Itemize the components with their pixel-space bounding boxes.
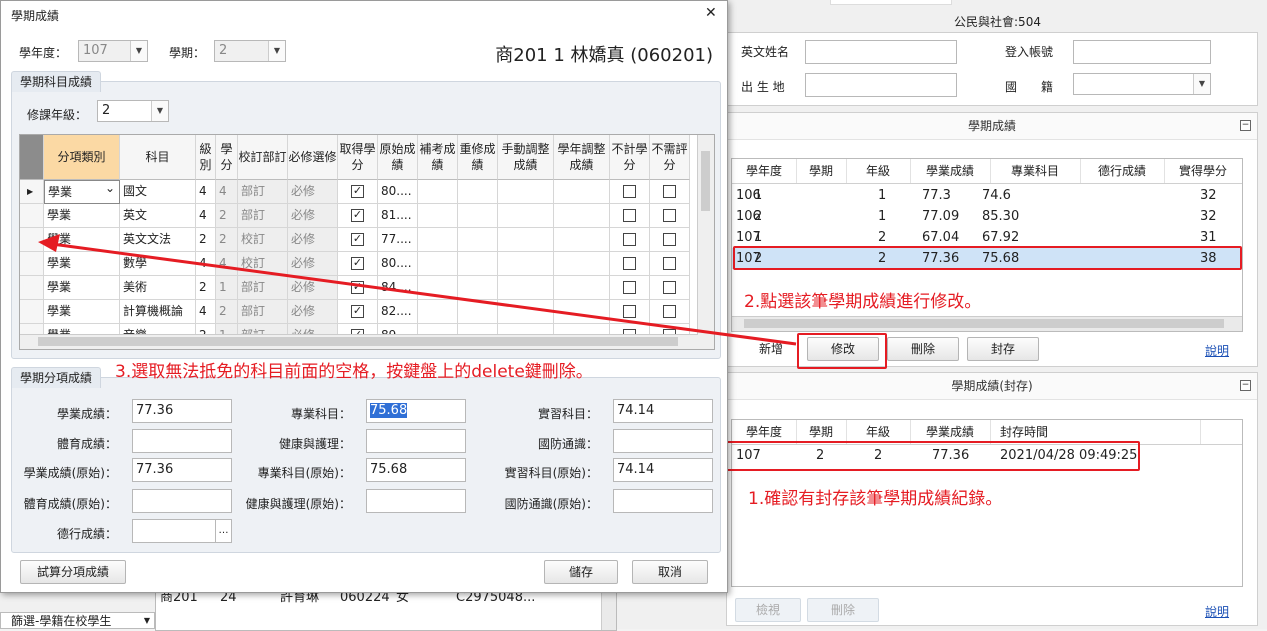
arrow-head-icon — [38, 234, 60, 252]
arrow-line — [51, 242, 797, 346]
arrow-overlay — [38, 234, 797, 346]
